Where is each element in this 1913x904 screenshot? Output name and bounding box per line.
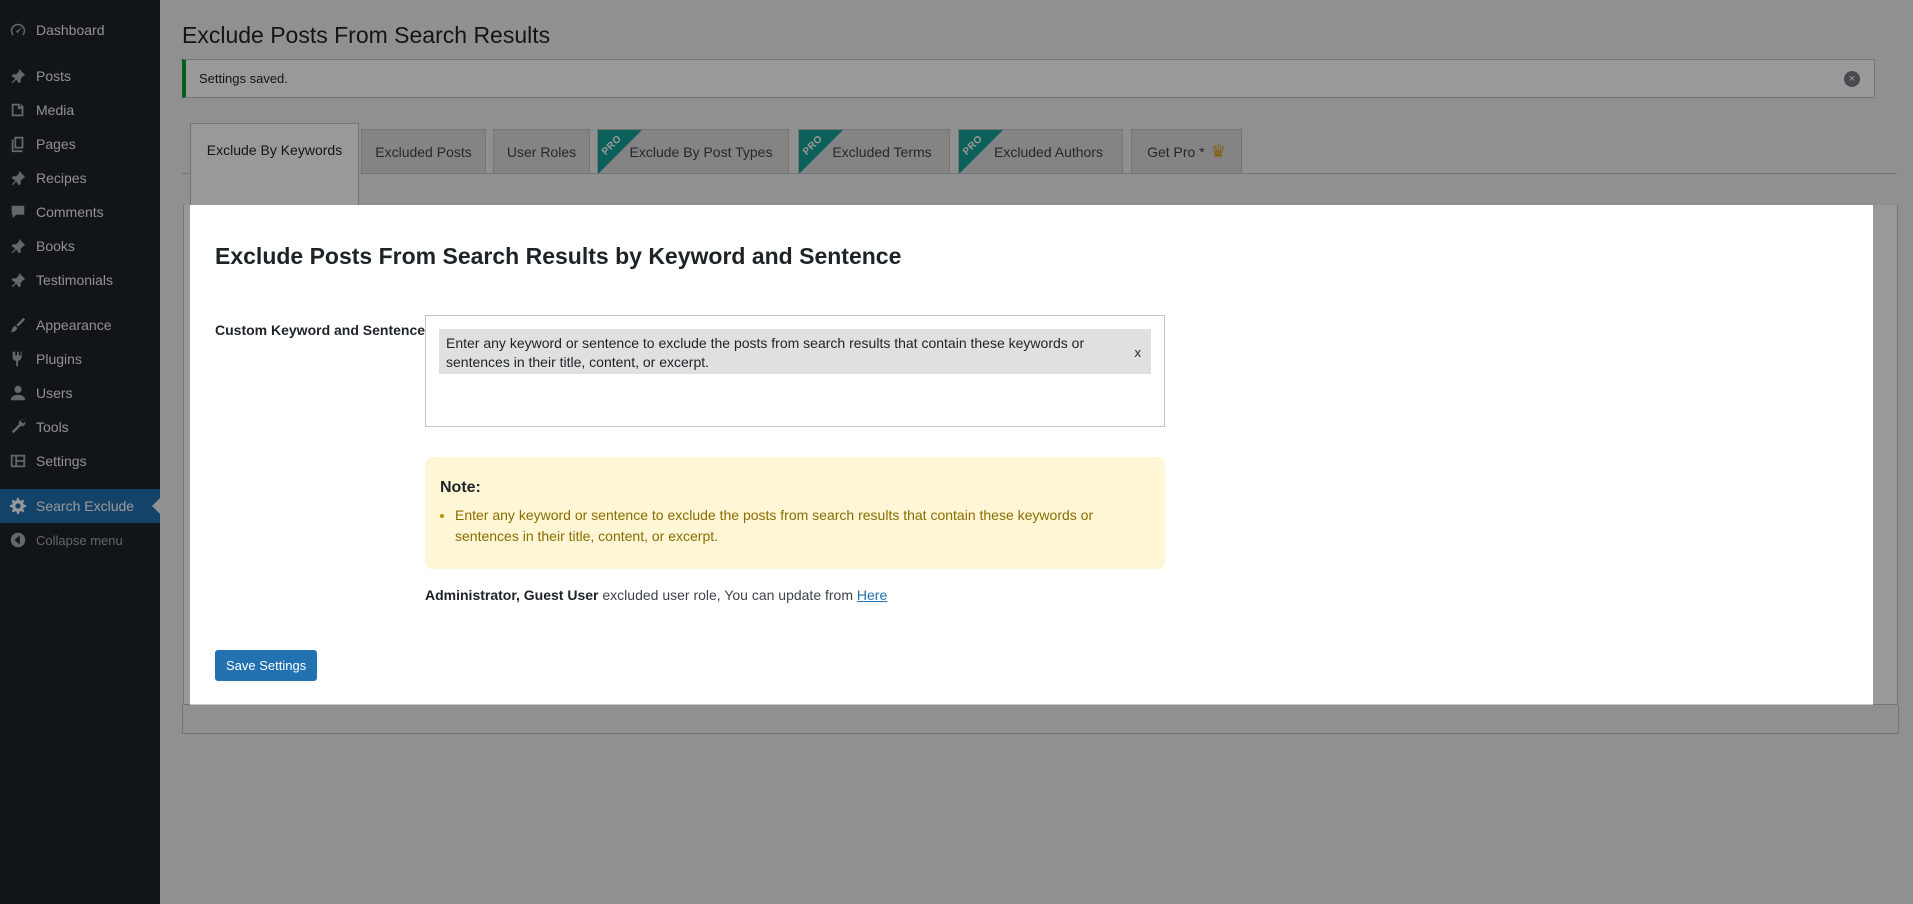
custom-keyword-label: Custom Keyword and Sentence : bbox=[215, 322, 434, 338]
pages-icon bbox=[8, 134, 28, 154]
dismiss-notice-button[interactable]: × bbox=[1844, 71, 1860, 87]
keywords-settings-panel: Exclude Posts From Search Results by Key… bbox=[183, 205, 1898, 705]
sidebar-item-label: Testimonials bbox=[36, 272, 114, 288]
sidebar-item-books[interactable]: Books bbox=[0, 229, 160, 263]
sidebar-item-label: Users bbox=[36, 385, 73, 401]
gear-icon bbox=[8, 496, 28, 516]
wrench-icon bbox=[8, 417, 28, 437]
sidebar-item-users[interactable]: Users bbox=[0, 376, 160, 410]
sidebar-item-label: Settings bbox=[36, 453, 87, 469]
sidebar-item-plugins[interactable]: Plugins bbox=[0, 342, 160, 376]
sidebar-item-search-exclude[interactable]: Search Exclude bbox=[0, 489, 160, 523]
media-icon bbox=[8, 100, 28, 120]
sidebar-item-label: Comments bbox=[36, 204, 104, 220]
sidebar-item-label: Media bbox=[36, 102, 75, 118]
sidebar-item-media[interactable]: Media bbox=[0, 93, 160, 127]
tab-label: Exclude By Post Types bbox=[629, 143, 773, 160]
tab-user-roles[interactable]: User Roles bbox=[493, 129, 590, 173]
tab-excluded-terms[interactable]: PRO Excluded Terms bbox=[798, 129, 950, 173]
comment-icon bbox=[8, 202, 28, 222]
dashboard-icon bbox=[8, 20, 28, 40]
crown-icon: ♛ bbox=[1210, 141, 1226, 161]
pin-icon bbox=[8, 270, 28, 290]
excluded-roles-info: Administrator, Guest User excluded user … bbox=[425, 587, 887, 603]
tab-exclude-by-post-types[interactable]: PRO Exclude By Post Types bbox=[597, 129, 789, 173]
keyword-tags-input[interactable]: Enter any keyword or sentence to exclude… bbox=[425, 315, 1165, 427]
sidebar-item-label: Search Exclude bbox=[36, 498, 135, 514]
sidebar-item-label: Dashboard bbox=[36, 22, 105, 38]
page-title: Exclude Posts From Search Results bbox=[182, 22, 551, 48]
panel-title: Exclude Posts From Search Results by Key… bbox=[215, 243, 902, 269]
sidebar-item-comments[interactable]: Comments bbox=[0, 195, 160, 229]
tabs-divider bbox=[182, 173, 1897, 174]
tab-excluded-authors[interactable]: PRO Excluded Authors bbox=[958, 129, 1123, 173]
sidebar-item-label: Books bbox=[36, 238, 75, 254]
settings-icon bbox=[8, 451, 28, 471]
note-box: Note: Enter any keyword or sentence to e… bbox=[425, 457, 1165, 569]
settings-saved-notice: Settings saved. × bbox=[182, 59, 1875, 98]
notice-text: Settings saved. bbox=[199, 71, 288, 86]
sidebar-item-label: Pages bbox=[36, 136, 76, 152]
sidebar-item-posts[interactable]: Posts bbox=[0, 59, 160, 93]
tab-label: Exclude By Keywords bbox=[206, 142, 343, 158]
tab-label: User Roles bbox=[506, 143, 577, 160]
user-icon bbox=[8, 383, 28, 403]
sidebar-item-label: Tools bbox=[36, 419, 69, 435]
sidebar-item-pages[interactable]: Pages bbox=[0, 127, 160, 161]
keyword-tag: Enter any keyword or sentence to exclude… bbox=[439, 329, 1151, 374]
plugin-icon bbox=[8, 349, 28, 369]
sidebar-item-testimonials[interactable]: Testimonials bbox=[0, 263, 160, 297]
sidebar-item-recipes[interactable]: Recipes bbox=[0, 161, 160, 195]
sidebar-item-tools[interactable]: Tools bbox=[0, 410, 160, 444]
tab-excluded-posts[interactable]: Excluded Posts bbox=[361, 129, 486, 173]
pro-badge: PRO bbox=[959, 130, 1003, 173]
tab-label: Excluded Terms bbox=[832, 143, 932, 160]
sidebar-item-label: Plugins bbox=[36, 351, 82, 367]
excluded-roles-text: excluded user role, You can update from bbox=[598, 587, 857, 603]
update-roles-link[interactable]: Here bbox=[857, 587, 887, 603]
note-item: Enter any keyword or sentence to exclude… bbox=[455, 505, 1150, 547]
pro-badge: PRO bbox=[598, 130, 642, 173]
excluded-roles-names: Administrator, Guest User bbox=[425, 587, 599, 603]
sidebar-item-label: Posts bbox=[36, 68, 72, 84]
sidebar-item-settings[interactable]: Settings bbox=[0, 444, 160, 478]
pin-icon bbox=[8, 66, 28, 86]
tab-label: Get Pro * bbox=[1147, 143, 1205, 160]
brush-icon bbox=[8, 315, 28, 335]
collapse-menu-label: Collapse menu bbox=[36, 532, 123, 548]
note-list: Enter any keyword or sentence to exclude… bbox=[440, 505, 1150, 547]
pro-badge: PRO bbox=[799, 130, 843, 173]
note-title: Note: bbox=[440, 479, 481, 496]
sidebar-item-label: Recipes bbox=[36, 170, 87, 186]
collapse-menu-button[interactable]: Collapse menu bbox=[0, 523, 160, 557]
tab-label: Excluded Posts bbox=[375, 143, 472, 160]
sidebar-item-appearance[interactable]: Appearance bbox=[0, 308, 160, 342]
pin-icon bbox=[8, 168, 28, 188]
panel-bottom-frame bbox=[182, 705, 1899, 734]
remove-keyword-button[interactable]: x bbox=[1135, 343, 1142, 362]
sidebar-item-label: Appearance bbox=[36, 317, 112, 333]
main-content: Exclude Posts From Search Results Settin… bbox=[160, 0, 1913, 904]
collapse-arrow-icon bbox=[8, 530, 28, 550]
save-settings-button[interactable]: Save Settings bbox=[215, 650, 318, 681]
tab-get-pro[interactable]: Get Pro * ♛ bbox=[1131, 129, 1242, 173]
keyword-tag-text: Enter any keyword or sentence to exclude… bbox=[446, 335, 1085, 370]
admin-sidebar: Dashboard Posts Media Pages Recipes Comm… bbox=[0, 0, 160, 904]
sidebar-item-dashboard[interactable]: Dashboard bbox=[0, 13, 160, 47]
tab-exclude-by-keywords[interactable]: Exclude By Keywords bbox=[190, 123, 359, 205]
tab-label: Excluded Authors bbox=[994, 143, 1103, 160]
pin-icon bbox=[8, 236, 28, 256]
